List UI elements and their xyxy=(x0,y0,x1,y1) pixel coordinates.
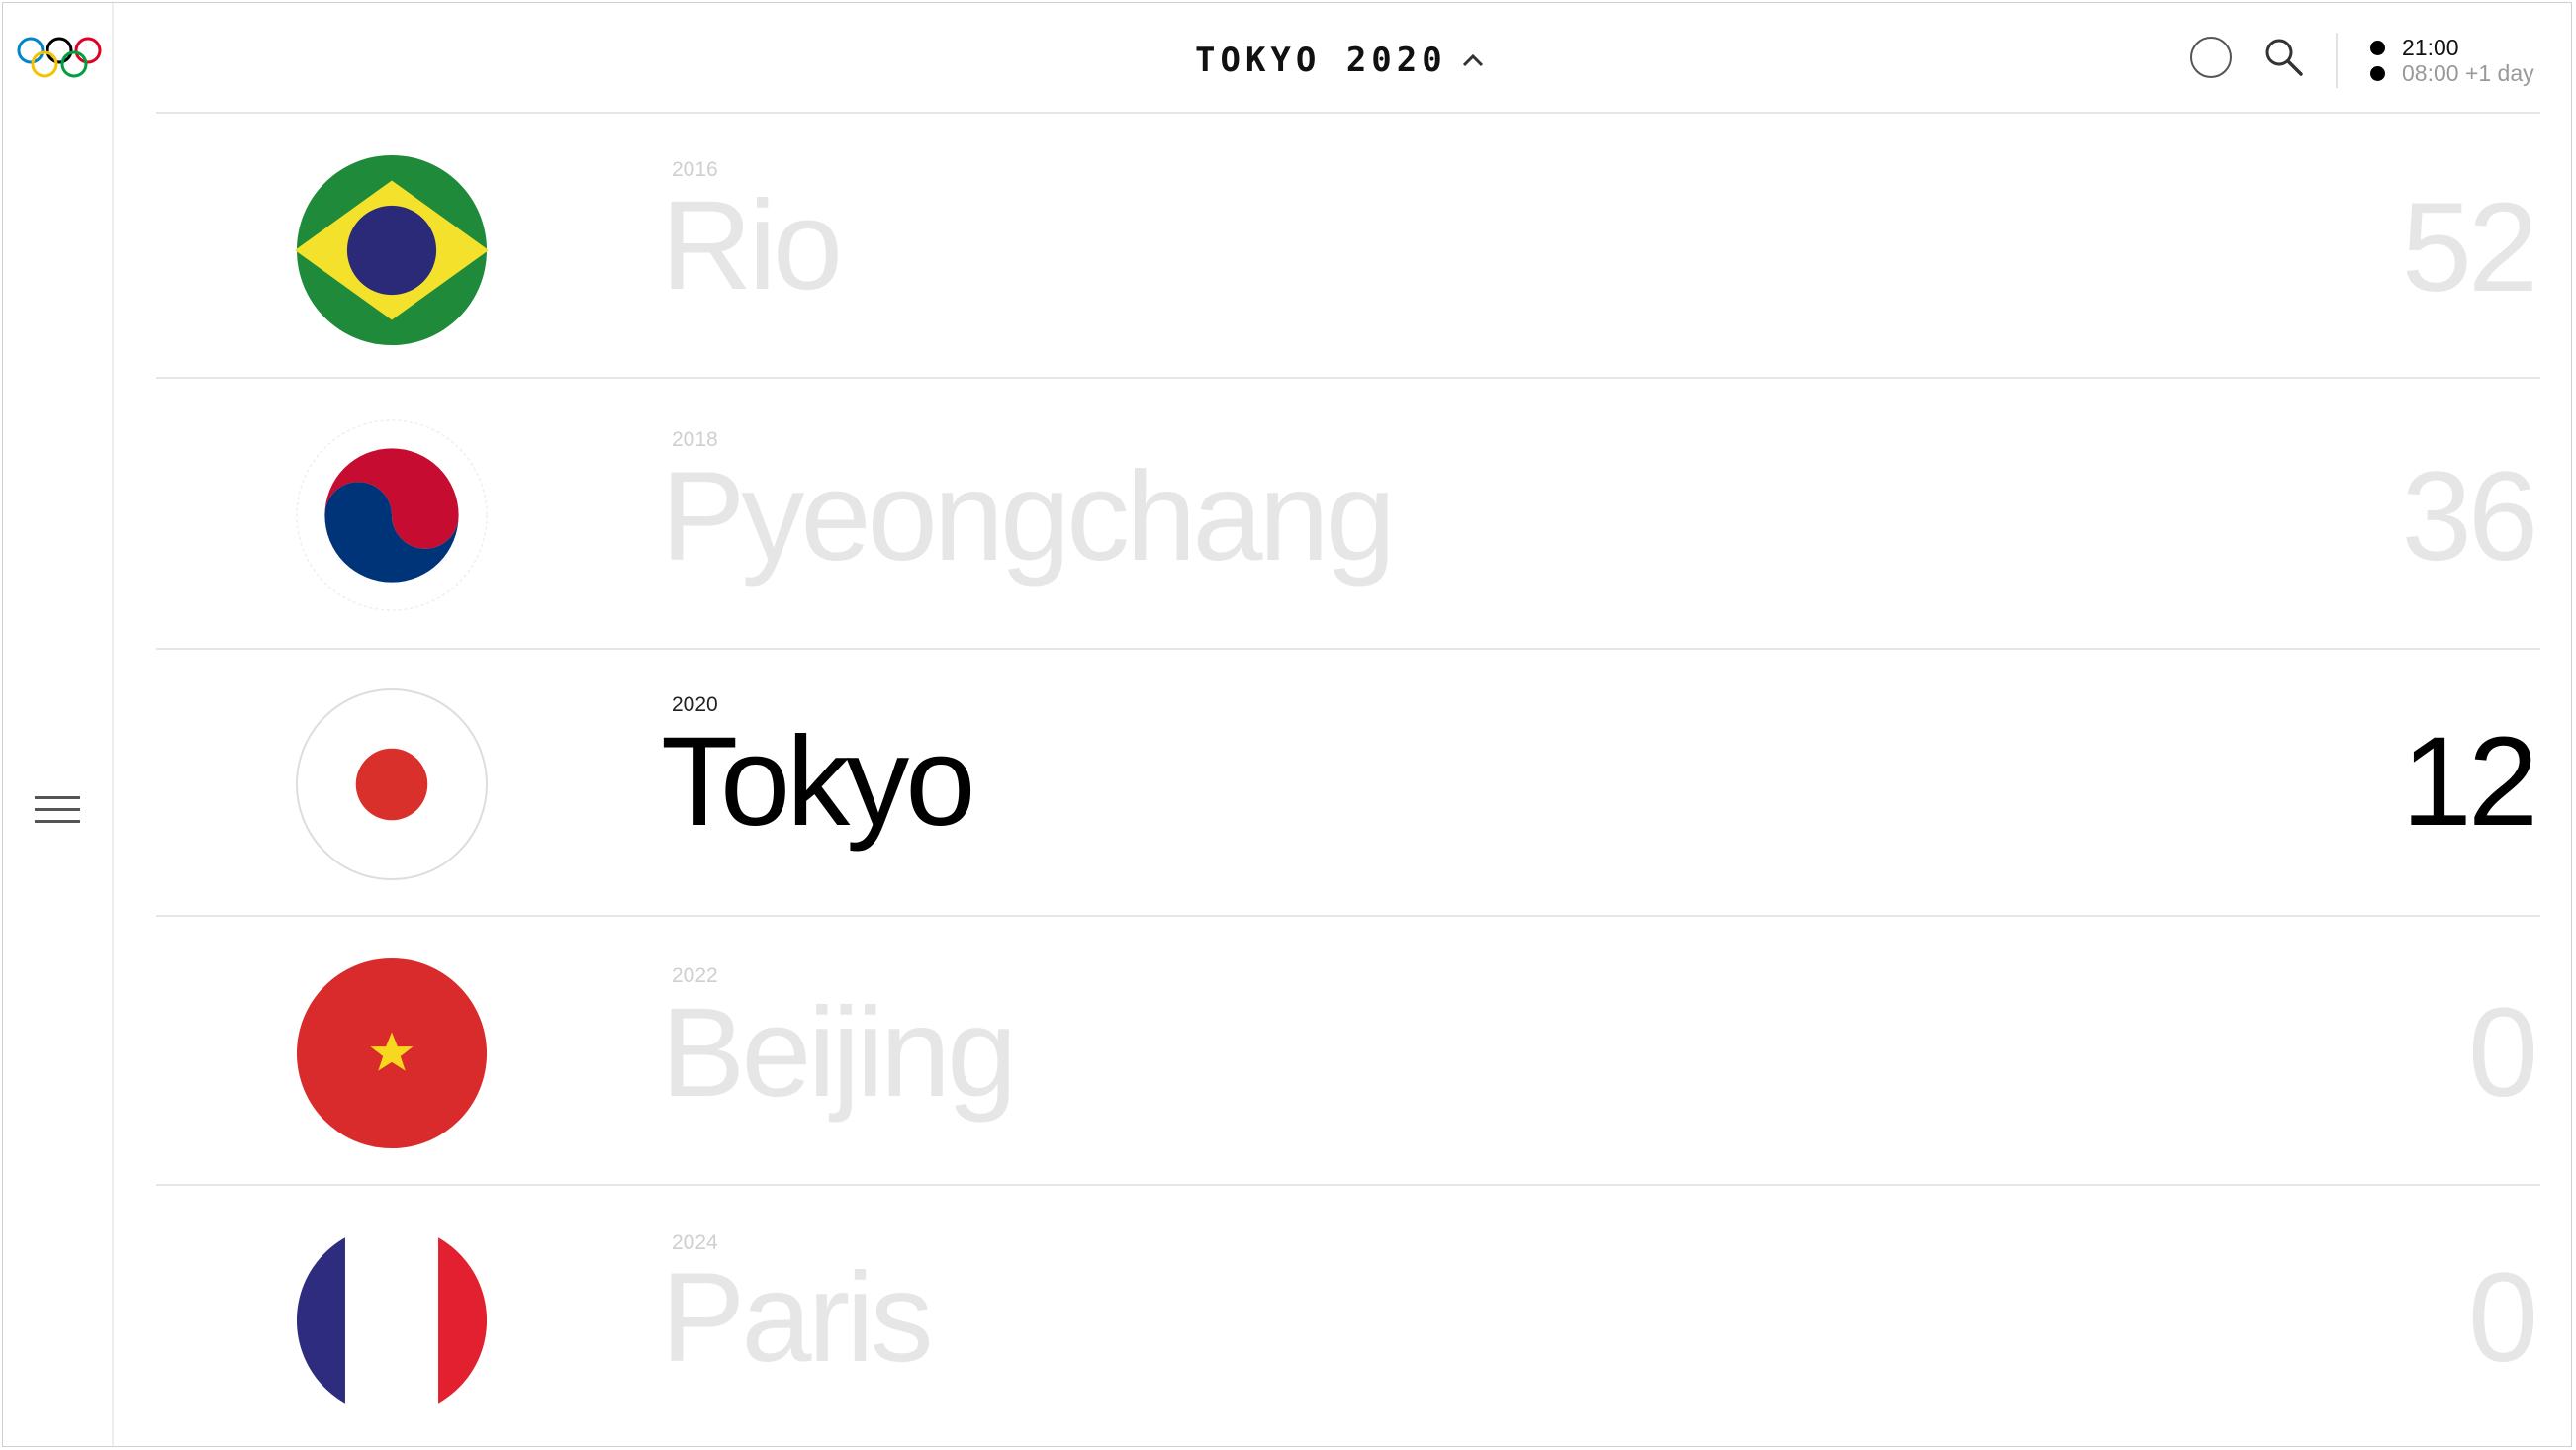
medal-count: 36 xyxy=(2401,446,2538,588)
medal-count: 52 xyxy=(2401,177,2538,318)
city-name: Rio xyxy=(661,175,843,317)
france-flag-icon xyxy=(296,1224,488,1416)
olympic-rings-icon[interactable] xyxy=(15,35,104,82)
medal-count: 0 xyxy=(2467,982,2538,1124)
city-name: Beijing xyxy=(661,982,1017,1124)
header: TOKYO 2020 21:00 08:00 +1 day xyxy=(156,3,2540,114)
hamburger-menu-icon[interactable] xyxy=(33,792,84,828)
header-divider xyxy=(2336,33,2338,88)
list-item-active[interactable]: 2020 Tokyo 12 xyxy=(156,650,2540,917)
bullet-dot-icon xyxy=(2370,41,2385,55)
local-time-row: 21:00 xyxy=(2370,35,2459,61)
city-name: Paris xyxy=(661,1247,934,1389)
city-name: Tokyo xyxy=(661,711,975,853)
sidebar xyxy=(3,3,114,1446)
south-korea-flag-icon xyxy=(296,419,488,611)
page-title: TOKYO 2020 xyxy=(1195,41,1447,80)
games-selector[interactable]: TOKYO 2020 xyxy=(1195,39,1485,82)
local-time: 21:00 xyxy=(2402,35,2459,60)
brazil-flag-icon xyxy=(295,154,489,346)
app-frame: TOKYO 2020 21:00 08:00 +1 day 2016 Rio 5… xyxy=(2,2,2572,1447)
circle-icon[interactable] xyxy=(2190,37,2232,78)
medal-count: 12 xyxy=(2401,711,2538,853)
list-item[interactable]: 2016 Rio 52 xyxy=(156,114,2540,379)
time-display: 21:00 08:00 +1 day xyxy=(2370,33,2548,92)
list-item[interactable]: 2022 Beijing 0 xyxy=(156,917,2540,1186)
chevron-up-icon xyxy=(1462,53,1483,67)
japan-flag-icon xyxy=(295,687,489,881)
list-item[interactable]: 2018 Pyeongchang 36 xyxy=(156,379,2540,650)
search-icon[interactable] xyxy=(2263,37,2305,80)
medal-count: 0 xyxy=(2467,1247,2538,1389)
city-name: Pyeongchang xyxy=(661,446,1396,588)
tokyo-time: 08:00 +1 day xyxy=(2402,60,2534,86)
bullet-dot-icon xyxy=(2370,66,2385,81)
list-item[interactable]: 2024 Paris 0 xyxy=(156,1186,2540,1447)
china-flag-icon xyxy=(296,957,488,1149)
tokyo-time-row: 08:00 +1 day xyxy=(2370,60,2534,87)
